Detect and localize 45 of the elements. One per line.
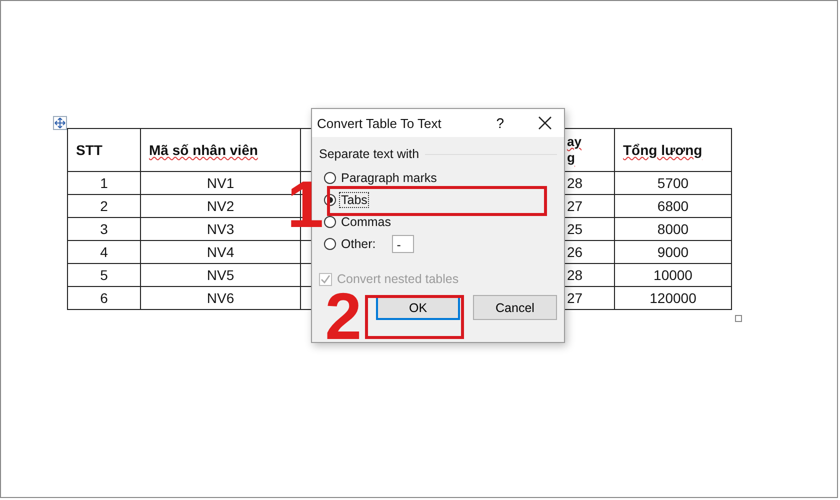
- column-header: ay g: [567, 134, 582, 165]
- option-label: Tabs: [339, 192, 370, 208]
- cancel-button[interactable]: Cancel: [473, 295, 557, 320]
- table-cell: 27: [567, 198, 583, 214]
- table-cell: NV3: [206, 221, 234, 237]
- table-cell: 6800: [657, 198, 689, 214]
- table-cell: 10000: [654, 267, 692, 283]
- table-cell: 28: [567, 175, 583, 191]
- table-cell: 1: [100, 175, 108, 191]
- step-number: 2: [325, 283, 362, 349]
- other-field[interactable]: -: [392, 235, 414, 253]
- table-cell: 25: [567, 221, 583, 237]
- help-button[interactable]: ?: [492, 115, 508, 131]
- table-cell: 9000: [657, 244, 689, 260]
- table-cell: 28: [567, 267, 583, 283]
- column-header: Mã số nhân viên: [149, 142, 258, 158]
- radio-button[interactable]: [324, 172, 336, 184]
- close-button[interactable]: [538, 116, 552, 130]
- column-header: Tổng lương: [623, 142, 702, 158]
- dialog-title: Convert Table To Text: [317, 116, 442, 130]
- option-label: Paragraph marks: [340, 170, 438, 186]
- table-cell: 5: [100, 267, 108, 283]
- table-cell: 4: [100, 244, 108, 260]
- table-cell: NV5: [206, 267, 234, 283]
- table-cell: 120000: [650, 290, 696, 306]
- table-cell: NV6: [206, 290, 234, 306]
- table-cell: 3: [100, 221, 108, 237]
- table-cell: NV4: [206, 244, 234, 260]
- option-label: Other:: [340, 236, 377, 252]
- option-label: Commas: [340, 214, 392, 230]
- table-cell: 27: [567, 290, 583, 306]
- table-cell: 8000: [657, 221, 689, 237]
- checkbox-label: Convert nested tables: [337, 272, 459, 286]
- radio-button[interactable]: [324, 216, 336, 228]
- table-cell: NV2: [206, 198, 234, 214]
- table-cell: 26: [567, 244, 583, 260]
- table-cell: 2: [100, 198, 108, 214]
- column-header: STT: [76, 142, 102, 158]
- table-cell: 5700: [657, 175, 689, 191]
- move-handle-icon[interactable]: [53, 116, 67, 130]
- section-label: Separate text with: [319, 147, 420, 161]
- table-cell: NV1: [206, 175, 234, 191]
- table-cell: 6: [100, 290, 108, 306]
- resize-handle-icon[interactable]: [735, 315, 742, 322]
- radio-button[interactable]: [324, 238, 336, 250]
